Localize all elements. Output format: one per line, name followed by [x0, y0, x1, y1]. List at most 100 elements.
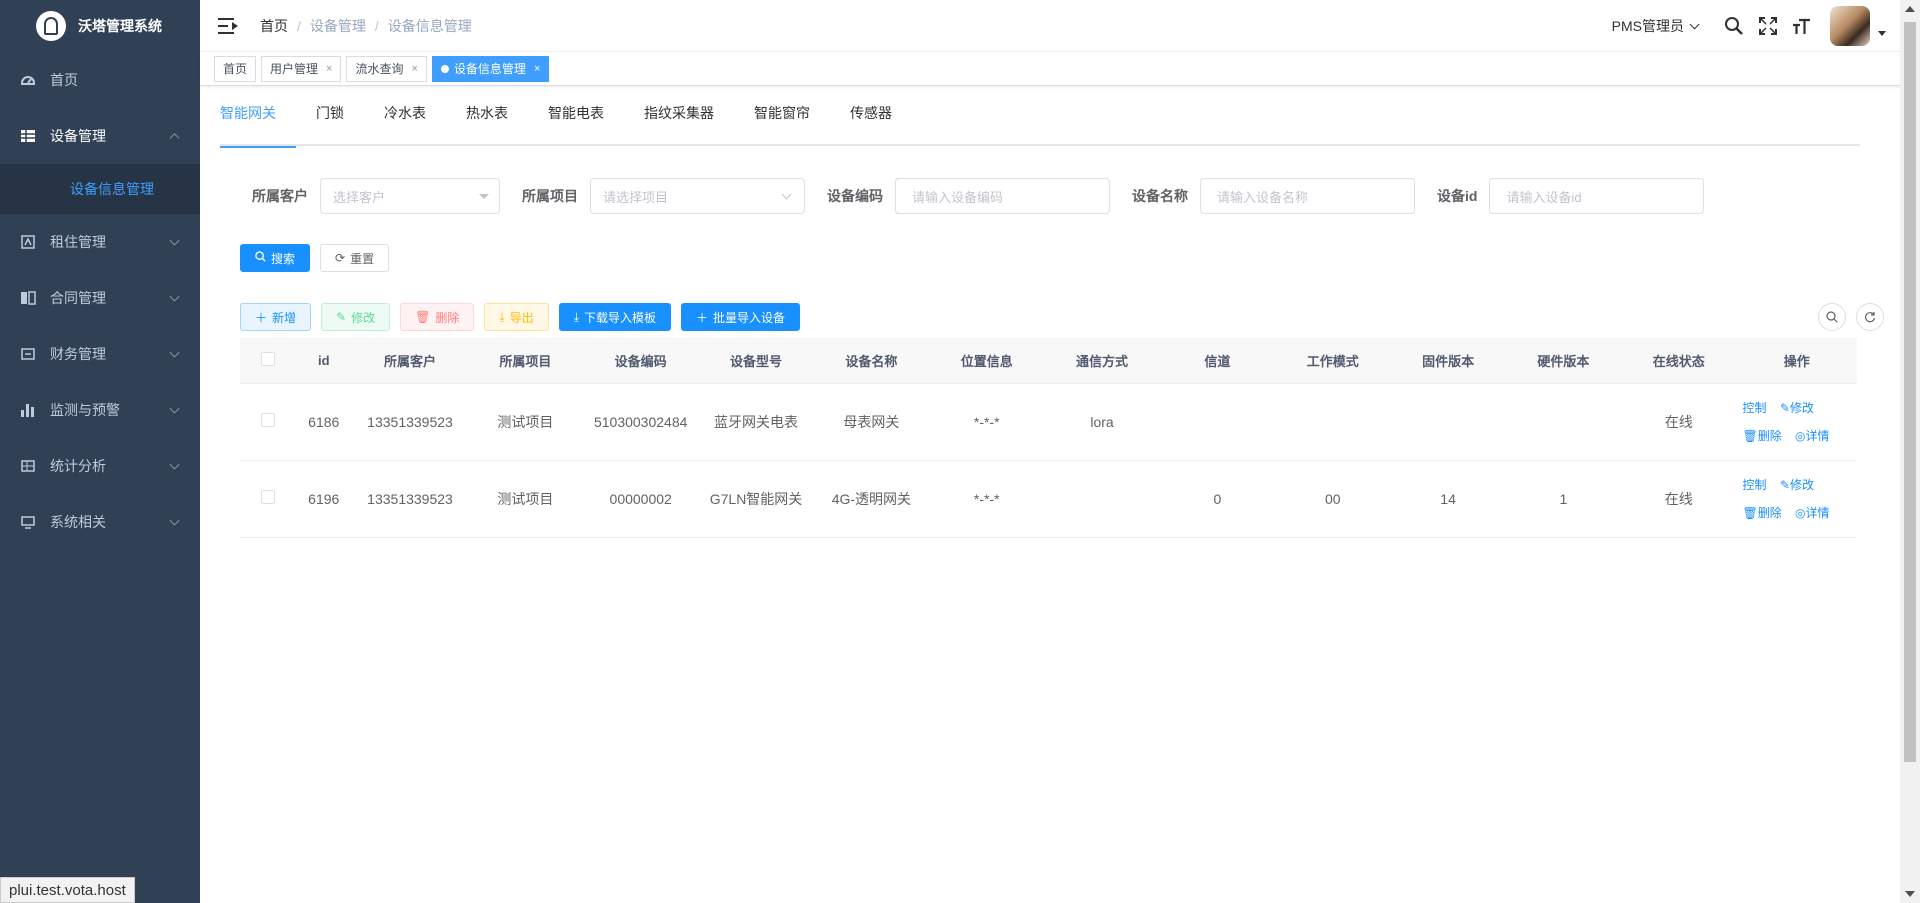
cell-customer: 13351339523 — [352, 460, 468, 538]
breadcrumb: 首页 / 设备管理 / 设备信息管理 — [260, 16, 472, 36]
cell-device-code: 00000002 — [583, 460, 699, 538]
sidebar-item-statistics[interactable]: 统计分析 — [0, 438, 200, 494]
delete-button[interactable]: 🗑 删除 — [400, 303, 475, 331]
refresh-icon — [1864, 312, 1876, 323]
row-checkbox[interactable] — [260, 490, 275, 504]
sidebar-item-device-info-management[interactable]: 设备信息管理 — [0, 164, 200, 214]
fullscreen-icon[interactable] — [1758, 16, 1778, 36]
search-button[interactable]: 搜索 — [240, 244, 311, 272]
monitor-icon — [20, 514, 36, 530]
hamburger-icon[interactable] — [218, 17, 238, 34]
rental-icon — [20, 234, 36, 250]
batch-import-button[interactable]: ＋批量导入设备 — [681, 303, 801, 331]
tag-device-info-management[interactable]: 设备信息管理 × — [431, 55, 550, 82]
cell-work-mode: 00 — [1275, 460, 1391, 538]
reset-button[interactable]: ⟳ 重置 — [320, 244, 390, 272]
scrollbar-thumb[interactable] — [1904, 22, 1916, 762]
bar-chart-icon — [20, 402, 36, 418]
column-header: 在线状态 — [1621, 338, 1737, 384]
select-all-checkbox[interactable] — [260, 351, 275, 366]
column-header: 位置信息 — [929, 338, 1045, 384]
caret-down-icon[interactable] — [1878, 30, 1886, 36]
row-checkbox[interactable] — [260, 413, 275, 427]
sidebar-item-finance-management[interactable]: 财务管理 — [0, 326, 200, 382]
book-icon — [20, 290, 36, 306]
sidebar-item-home[interactable]: 首页 — [0, 52, 200, 108]
device-code-input[interactable]: 请输入设备编码 — [895, 178, 1110, 214]
avatar[interactable] — [1830, 6, 1870, 46]
edit-link[interactable]: ✎修改 — [1780, 401, 1814, 415]
edit-icon: ✎ — [1779, 400, 1790, 415]
chevron-down-icon — [169, 347, 180, 358]
control-link[interactable]: 控制 — [1742, 401, 1766, 415]
main-area: 首页 / 设备管理 / 设备信息管理 PMS管理员 首页 用户管理 × 流水查询 ×… — [200, 0, 1900, 903]
sidebar-item-monitoring-alerts[interactable]: 监测与预警 — [0, 382, 200, 438]
scroll-up-arrow-icon[interactable] — [1905, 6, 1915, 12]
close-icon[interactable]: × — [411, 63, 417, 75]
edit-link[interactable]: ✎修改 — [1780, 478, 1814, 492]
navbar-right: PMS管理员 — [1612, 0, 1886, 52]
device-type-tabs: 智能网关 门锁 冷水表 热水表 智能电表 指纹采集器 智能窗帘 传感器 — [220, 100, 1860, 148]
customer-select[interactable]: 选择客户 — [320, 178, 500, 214]
tab-cold-water-meter[interactable]: 冷水表 — [364, 100, 446, 144]
breadcrumb-item[interactable]: 首页 — [260, 16, 288, 36]
tag-user-management[interactable]: 用户管理 × — [261, 55, 342, 82]
chevron-down-icon — [169, 515, 180, 526]
search-icon — [255, 251, 266, 265]
column-header: 操作 — [1736, 338, 1857, 384]
export-button[interactable]: ⤓ 导出 — [484, 303, 549, 331]
cell-online-status: 在线 — [1621, 460, 1737, 538]
detail-link[interactable]: ◎详情 — [1795, 429, 1830, 443]
column-header: 所属客户 — [352, 338, 468, 384]
tab-fingerprint-collector[interactable]: 指纹采集器 — [624, 100, 734, 144]
tab-hot-water-meter[interactable]: 热水表 — [446, 100, 528, 144]
app-logo[interactable]: 沃塔管理系统 — [0, 0, 200, 52]
close-icon[interactable]: × — [534, 63, 540, 75]
download-template-button[interactable]: ⤓ 下载导入模板 — [558, 303, 672, 331]
sidebar-item-system[interactable]: 系统相关 — [0, 494, 200, 550]
page-scrollbar[interactable] — [1900, 0, 1920, 903]
cell-hardware: 1 — [1505, 460, 1622, 538]
sidebar-item-device-management[interactable]: 设备管理 — [0, 108, 200, 164]
cell-comm-method — [1044, 460, 1160, 538]
tab-smart-gateway[interactable]: 智能网关 — [220, 100, 296, 148]
toggle-search-button[interactable] — [1818, 303, 1846, 331]
plus-icon: ＋ — [255, 310, 268, 325]
filter-device-code: 设备编码 请输入设备编码 — [827, 178, 1110, 214]
project-select[interactable]: 请选择项目 — [590, 178, 805, 214]
tab-sensor[interactable]: 传感器 — [830, 100, 912, 144]
filter-project: 所属项目 请选择项目 — [522, 178, 805, 214]
navbar: 首页 / 设备管理 / 设备信息管理 PMS管理员 — [200, 0, 1900, 52]
close-icon[interactable]: × — [326, 63, 332, 75]
user-dropdown[interactable]: PMS管理员 — [1612, 16, 1698, 36]
delete-link[interactable]: 🗑删除 — [1742, 506, 1781, 520]
scroll-down-arrow-icon[interactable] — [1905, 891, 1915, 897]
refresh-button[interactable] — [1856, 303, 1884, 331]
sidebar-item-label: 统计分析 — [50, 458, 106, 474]
font-size-icon[interactable] — [1792, 16, 1812, 36]
tab-smart-curtain[interactable]: 智能窗帘 — [734, 100, 830, 144]
add-button[interactable]: ＋新增 — [240, 303, 312, 331]
plus-icon: ＋ — [696, 310, 709, 325]
control-link[interactable]: 控制 — [1742, 478, 1766, 492]
sidebar-item-rental-management[interactable]: 租住管理 — [0, 214, 200, 270]
sidebar-item-label: 租住管理 — [50, 234, 106, 250]
detail-link[interactable]: ◎详情 — [1795, 506, 1830, 520]
edit-button[interactable]: ✎ 修改 — [321, 303, 391, 331]
tag-home[interactable]: 首页 — [214, 55, 257, 82]
breadcrumb-item: 设备信息管理 — [387, 17, 472, 34]
tab-smart-meter[interactable]: 智能电表 — [528, 100, 624, 144]
device-id-input[interactable]: 请输入设备id — [1489, 178, 1705, 214]
delete-link[interactable]: 🗑删除 — [1742, 429, 1781, 443]
cell-device-name: 母表网关 — [813, 383, 930, 461]
sidebar-subitem-label: 设备信息管理 — [70, 181, 154, 197]
tab-door-lock[interactable]: 门锁 — [296, 100, 364, 144]
column-header: 信道 — [1159, 338, 1276, 384]
app-title: 沃塔管理系统 — [78, 18, 162, 34]
cell-actions: 控制 ✎修改 🗑删除 ◎详情 — [1736, 383, 1857, 461]
filter-device-id: 设备id 请输入设备id — [1437, 178, 1705, 214]
device-name-input[interactable]: 请输入设备名称 — [1200, 178, 1415, 214]
search-icon[interactable] — [1724, 16, 1744, 36]
tag-flow-query[interactable]: 流水查询 × — [346, 55, 427, 82]
sidebar-item-contract-management[interactable]: 合同管理 — [0, 270, 200, 326]
